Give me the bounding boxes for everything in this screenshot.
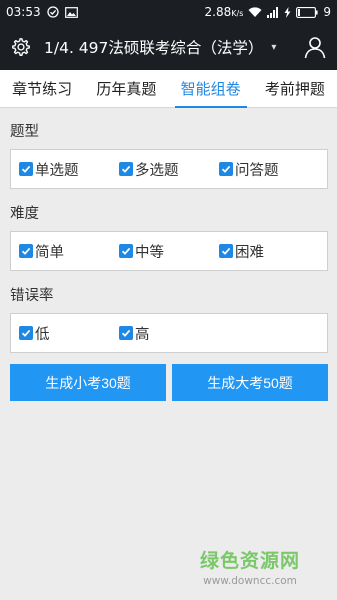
user-profile-icon[interactable] xyxy=(303,35,327,59)
checkbox-checked-icon xyxy=(119,244,133,258)
settings-gear-icon[interactable] xyxy=(10,36,32,58)
image-icon xyxy=(64,6,78,18)
status-bar: 03:53 2.88K/s 9 xyxy=(0,0,337,24)
checkbox-checked-icon xyxy=(219,244,233,258)
watermark: 绿色资源网 www.downcc.com xyxy=(200,546,300,587)
section-label-difficulty: 难度 xyxy=(10,206,39,222)
checkbox-checked-icon xyxy=(19,244,33,258)
watermark-url: www.downcc.com xyxy=(203,575,297,587)
checkbox-high[interactable]: 高 xyxy=(119,323,150,344)
checkbox-essay[interactable]: 问答题 xyxy=(219,159,279,180)
app-bar: 1/4. 497法硕联考综合（法学） ▾ xyxy=(0,24,337,70)
checkbox-checked-icon xyxy=(119,162,133,176)
section-label-error-rate: 错误率 xyxy=(10,288,54,304)
clock: 03:53 xyxy=(6,5,41,19)
charging-icon xyxy=(284,6,291,18)
check-circle-icon xyxy=(46,6,59,18)
error-rate-options: 低 高 xyxy=(10,313,328,353)
generate-small-quiz-button[interactable]: 生成小考30题 xyxy=(10,364,166,401)
tab-predicted-questions[interactable]: 考前押题 xyxy=(253,70,337,107)
checkbox-hard[interactable]: 困难 xyxy=(219,241,264,262)
checkbox-checked-icon xyxy=(219,162,233,176)
network-speed: 2.88K/s xyxy=(204,5,244,19)
tab-bar: 章节练习 历年真题 智能组卷 考前押题 xyxy=(0,70,337,108)
question-type-options: 单选题 多选题 问答题 xyxy=(10,149,328,189)
checkbox-checked-icon xyxy=(19,326,33,340)
checkbox-low[interactable]: 低 xyxy=(19,323,50,344)
generate-large-quiz-button[interactable]: 生成大考50题 xyxy=(172,364,328,401)
signal-icon xyxy=(267,6,279,18)
difficulty-options: 简单 中等 困难 xyxy=(10,231,328,271)
watermark-logo-text: 绿色资源网 xyxy=(200,550,301,572)
section-label-question-type: 题型 xyxy=(10,124,39,140)
tab-chapter-practice[interactable]: 章节练习 xyxy=(0,70,84,107)
checkbox-checked-icon xyxy=(19,162,33,176)
checkbox-checked-icon xyxy=(119,326,133,340)
checkbox-easy[interactable]: 简单 xyxy=(19,241,64,262)
title-dropdown-icon[interactable]: ▾ xyxy=(271,42,276,53)
battery-level: 9 xyxy=(323,5,331,19)
checkbox-multiple-choice[interactable]: 多选题 xyxy=(119,159,179,180)
wifi-icon xyxy=(248,6,262,18)
checkbox-single-choice[interactable]: 单选题 xyxy=(19,159,79,180)
tab-smart-paper[interactable]: 智能组卷 xyxy=(169,70,253,108)
battery-icon xyxy=(296,6,318,18)
checkbox-medium[interactable]: 中等 xyxy=(119,241,164,262)
tab-past-exams[interactable]: 历年真题 xyxy=(84,70,168,107)
page-title[interactable]: 1/4. 497法硕联考综合（法学） xyxy=(44,36,263,58)
